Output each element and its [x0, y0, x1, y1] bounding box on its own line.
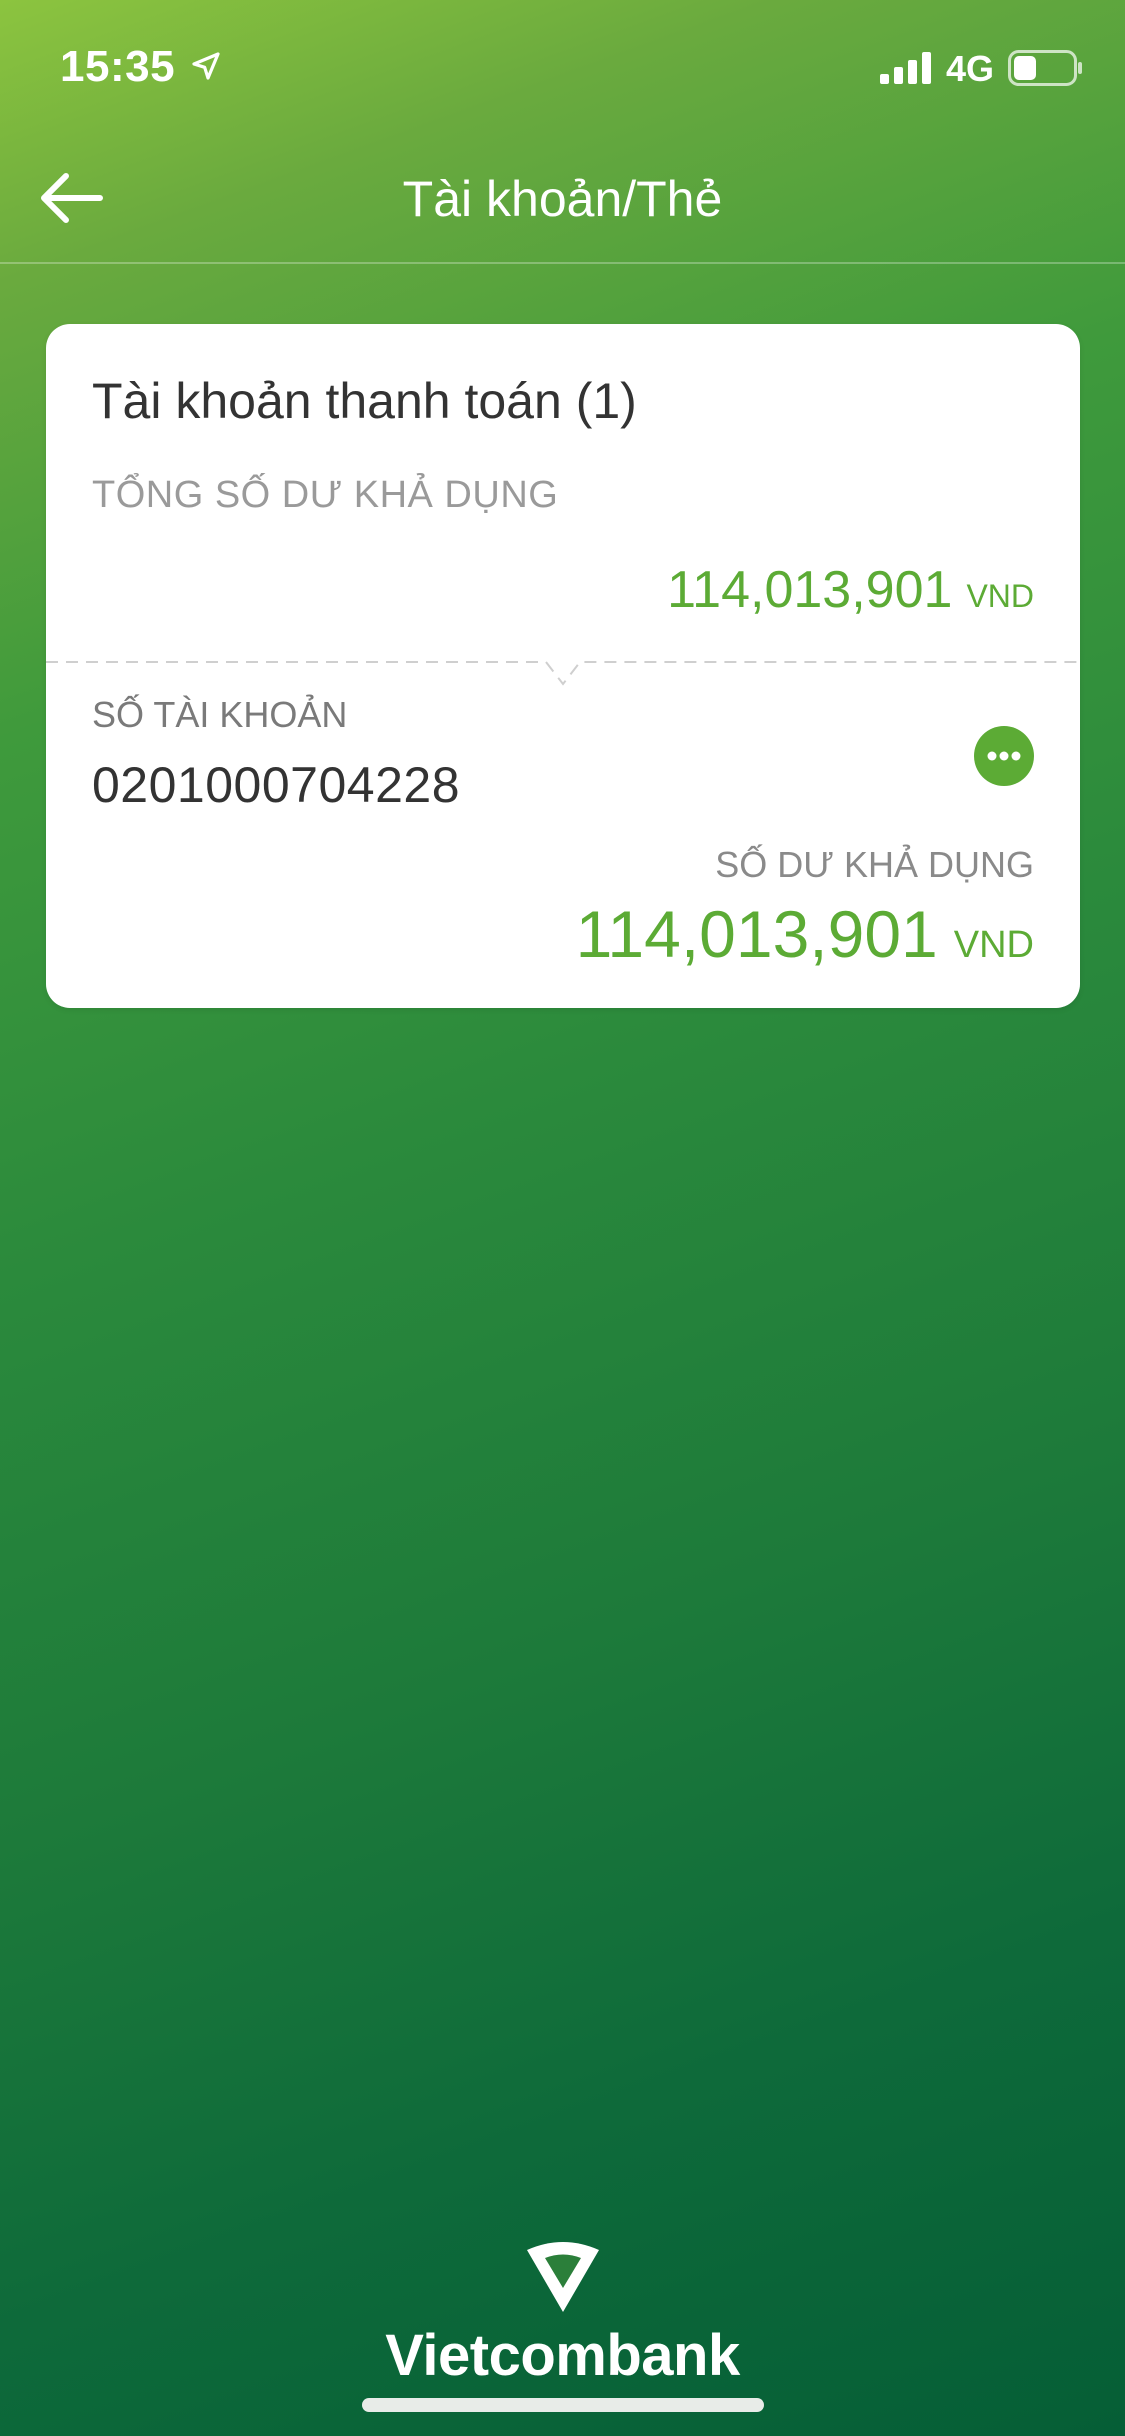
home-indicator[interactable]: [362, 2398, 764, 2412]
account-type-title: Tài khoản thanh toán (1): [92, 373, 637, 429]
cellular-signal-icon: [880, 52, 931, 84]
account-number-label: SỐ TÀI KHOẢN: [92, 694, 348, 735]
total-balance-currency: VND: [966, 578, 1034, 614]
available-balance-label: SỐ DƯ KHẢ DỤNG: [715, 844, 1034, 885]
vietcombank-logo-icon: [526, 2242, 599, 2312]
page-title: Tài khoản/Thẻ: [402, 171, 723, 227]
location-arrow-icon: [192, 52, 220, 80]
status-time: 15:35: [60, 42, 176, 91]
screen: 15:35 4G Tài khoản/Thẻ Tài khoản thanh t…: [0, 0, 1125, 2436]
total-balance: 114,013,901 VND: [667, 560, 1034, 620]
vietcombank-logo: Vietcombank: [0, 2232, 1125, 2389]
account-number: 0201000704228: [92, 757, 460, 813]
status-bar: 15:35 4G: [0, 0, 1125, 140]
nav-bar: Tài khoản/Thẻ: [0, 140, 1125, 264]
total-balance-amount: 114,013,901: [667, 561, 953, 619]
available-balance: 114,013,901 VND: [576, 896, 1034, 972]
account-card: Tài khoản thanh toán (1) TỔNG SỐ DƯ KHẢ …: [46, 324, 1080, 1008]
battery-icon: [1008, 50, 1082, 86]
available-balance-currency: VND: [953, 924, 1034, 966]
dashed-divider: [46, 661, 1080, 686]
more-horizontal-icon: [987, 751, 1021, 761]
available-balance-amount: 114,013,901: [575, 897, 938, 971]
account-more-button[interactable]: [974, 726, 1034, 786]
network-type: 4G: [946, 48, 995, 89]
logo-text: Vietcombank: [385, 2323, 740, 2388]
total-balance-label: TỔNG SỐ DƯ KHẢ DỤNG: [92, 474, 559, 516]
